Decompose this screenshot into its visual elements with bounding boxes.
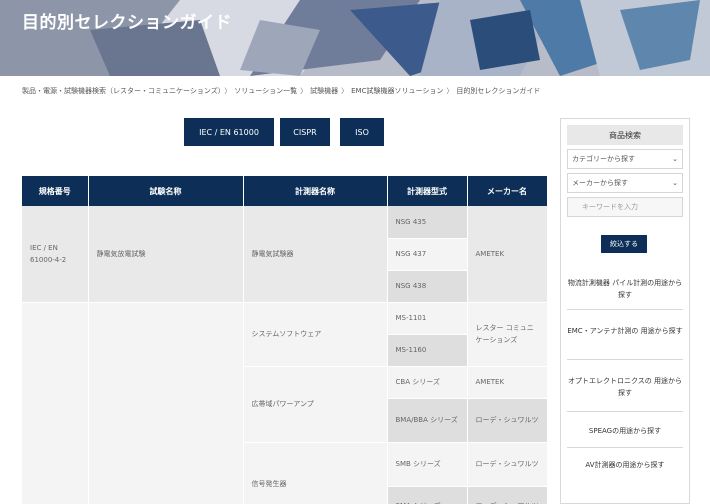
model-cell[interactable]: SMA シリーズ [387, 486, 468, 504]
model-cell[interactable]: NSG 438 [387, 270, 468, 303]
instrument-cell: 広帯域パワーアンプ [243, 366, 388, 443]
model-cell[interactable]: SMB シリーズ [387, 442, 468, 487]
table-row: システムソフトウェア MS-1101 レスター コミュニケーションズ [22, 302, 548, 504]
sidebar-divider [567, 411, 683, 412]
sidebar-link-av[interactable]: AV計測器の用途から探す [565, 459, 685, 471]
table-row: IEC / EN 61000-4-2 静電気放電試験 静電気試験器 NSG 43… [22, 206, 548, 303]
model-cell[interactable]: NSG 437 [387, 238, 468, 271]
maker-cell: レスター コミュニケーションズ [467, 302, 548, 367]
standard-cell: IEC / EN 61000-4-2 [22, 206, 89, 303]
category-select-value: カテゴリーから探す [572, 155, 635, 163]
instrument-cell: システムソフトウェア [243, 302, 388, 367]
maker-cell: ローデ・シュワルツ [467, 398, 548, 443]
model-cell[interactable]: MS-1160 [387, 334, 468, 367]
sidebar-divider [567, 309, 683, 310]
sidebar-link-logistics[interactable]: 物流計測機器 パイル計測の用途から探す [565, 277, 685, 301]
model-cell[interactable]: MS-1101 [387, 302, 468, 335]
maker-cell: ローデ・シュワルツ [467, 442, 548, 487]
sidebar-divider [567, 447, 683, 448]
breadcrumb-item[interactable]: ソリューション一覧 [234, 87, 297, 95]
breadcrumb-current: 目的別セレクションガイド [456, 87, 541, 95]
filter-iso-button[interactable]: ISO [340, 118, 384, 146]
test-name-cell: 静電気放電試験 [88, 206, 244, 303]
search-submit-button[interactable]: 絞込する [601, 235, 647, 253]
table-header-row: 規格番号 試験名称 計測器名称 計測器型式 メーカー名 [22, 176, 548, 206]
breadcrumb-item[interactable]: EMC試験機器ソリューション [351, 87, 443, 95]
maker-cell: AMETEK [467, 206, 548, 303]
breadcrumb-item[interactable]: 試験機器 [310, 87, 338, 95]
sidebar-link-speag[interactable]: SPEAGの用途から探す [565, 425, 685, 437]
breadcrumb-item[interactable]: 製品・電源・試験機器検索（レスター・コミュニケーションズ） [22, 87, 221, 95]
test-name-cell [88, 302, 244, 504]
header-banner: 目的別セレクションガイド [0, 0, 710, 76]
sidebar-title: 商品検索 [567, 125, 683, 145]
selection-table: 規格番号 試験名称 計測器名称 計測器型式 メーカー名 IEC / EN 610… [22, 176, 548, 504]
sidebar-link-emc[interactable]: EMC・アンテナ計測の 用途から探す [565, 325, 685, 337]
filter-cispr-button[interactable]: CISPR [280, 118, 330, 146]
model-cell[interactable]: NSG 435 [387, 206, 468, 239]
model-cell[interactable]: BMA/BBA シリーズ [387, 398, 468, 443]
chevron-down-icon: ⌄ [672, 179, 678, 187]
sidebar-divider [567, 359, 683, 360]
breadcrumb: 製品・電源・試験機器検索（レスター・コミュニケーションズ）〉ソリューション一覧〉… [22, 87, 541, 95]
maker-cell: ローデ・シュワルツ [467, 486, 548, 504]
column-header: 計測器型式 [387, 176, 468, 206]
instrument-cell: 信号発生器 [243, 442, 388, 504]
column-header: 規格番号 [22, 176, 89, 206]
model-cell[interactable]: CBA シリーズ [387, 366, 468, 399]
column-header: 計測器名称 [243, 176, 388, 206]
sidebar-link-optoelectronics[interactable]: オプトエレクトロニクスの 用途から探す [565, 375, 685, 399]
instrument-cell: 静電気試験器 [243, 206, 388, 303]
standard-cell [22, 302, 89, 504]
column-header: 試験名称 [88, 176, 244, 206]
product-search-sidebar: 商品検索 カテゴリーから探す ⌄ メーカーから探す ⌄ キーワードを入力 絞込す… [560, 118, 690, 504]
maker-cell: AMETEK [467, 366, 548, 399]
page-title: 目的別セレクションガイド [22, 13, 232, 33]
maker-select-value: メーカーから探す [572, 179, 628, 187]
filter-iec-button[interactable]: IEC / EN 61000 [184, 118, 274, 146]
maker-select[interactable]: メーカーから探す ⌄ [567, 173, 683, 193]
chevron-down-icon: ⌄ [672, 155, 678, 163]
keyword-input[interactable]: キーワードを入力 [567, 197, 683, 217]
category-select[interactable]: カテゴリーから探す ⌄ [567, 149, 683, 169]
column-header: メーカー名 [467, 176, 548, 206]
